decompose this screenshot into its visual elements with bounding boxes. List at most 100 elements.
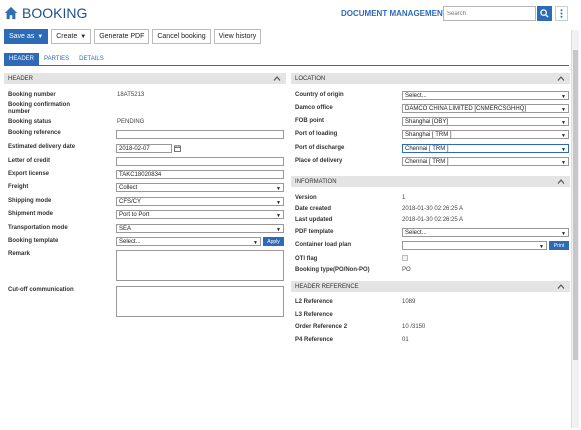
chevron-down-icon: ▼ [276, 213, 281, 219]
port-of-loading-select[interactable]: Shanghai [ TRM ] ▼ [402, 130, 569, 139]
chevron-down-icon: ▼ [253, 240, 258, 246]
last-updated-value: 2018-01-30 02:26:25 A [402, 217, 464, 223]
shipping-mode-value: CFS/CY [119, 198, 142, 205]
p4-reference-value: 01 [402, 337, 409, 343]
save-as-button[interactable]: Save as ▼ [4, 29, 49, 44]
document-management-link[interactable]: DOCUMENT MANAGEMENT [341, 9, 448, 18]
place-of-delivery-select[interactable]: Chennai [ TRM ] ▼ [402, 157, 569, 166]
chevron-up-icon[interactable] [273, 75, 281, 82]
transportation-mode-label: Transportation mode [8, 225, 68, 231]
shipment-mode-label: Shipment mode [8, 211, 54, 217]
freight-label: Freight [8, 184, 29, 190]
generate-pdf-button[interactable]: Generate PDF [94, 29, 150, 44]
view-history-button[interactable]: View history [213, 29, 262, 44]
port-of-discharge-value: Chennai [ TRM ] [405, 145, 449, 152]
port-of-loading-value: Shanghai [ TRM ] [405, 131, 452, 138]
export-license-field[interactable]: TAKC18020834 [116, 170, 284, 179]
version-label: Version [295, 195, 317, 201]
chevron-up-icon[interactable] [557, 283, 565, 290]
tab-details[interactable]: DETAILS [74, 53, 109, 65]
tab-parties[interactable]: PARTIES [39, 53, 74, 65]
booking-template-value: Select... [119, 238, 141, 245]
letter-of-credit-label: Letter of credit [8, 158, 51, 164]
order-reference-2-label: Order Reference 2 [295, 324, 348, 330]
damco-office-value: DAMCO CHINA LIMITED [CNMERCSGHHQ] [405, 105, 527, 112]
chevron-down-icon: ▼ [561, 94, 566, 100]
chevron-up-icon[interactable] [557, 178, 565, 185]
place-of-delivery-label: Place of delivery [295, 158, 343, 164]
apply-button[interactable]: Apply [263, 237, 284, 246]
top-bar: BOOKING DOCUMENT MANAGEMENT [0, 0, 581, 26]
chevron-down-icon: ▼ [561, 120, 566, 126]
scrollbar-thumb[interactable] [573, 50, 578, 360]
chevron-down-icon: ▼ [561, 147, 566, 153]
oti-flag-label: OTI flag [295, 256, 318, 262]
pdf-template-label: PDF template [295, 229, 334, 235]
cancel-booking-button[interactable]: Cancel booking [152, 29, 211, 44]
create-button[interactable]: Create ▼ [51, 29, 92, 44]
search-input[interactable] [443, 6, 536, 21]
chevron-down-icon: ▼ [37, 33, 44, 40]
more-options-button[interactable] [555, 6, 568, 21]
container-load-plan-select[interactable]: ▼ [402, 241, 547, 250]
tab-bar: HEADER PARTIES DETAILS [4, 53, 109, 65]
section-title: HEADER [8, 75, 34, 82]
header-section-title[interactable]: HEADER [4, 73, 286, 84]
information-section-title[interactable]: INFORMATION [291, 176, 570, 187]
booking-reference-label: Booking reference [8, 130, 61, 136]
header-reference-section-title[interactable]: HEADER REFERENCE [291, 281, 570, 292]
port-of-loading-label: Port of loading [295, 131, 338, 137]
transportation-mode-value: SEA [119, 225, 132, 232]
chevron-down-icon: ▼ [561, 107, 566, 113]
estimated-delivery-label: Estimated delivery date [8, 144, 76, 150]
country-of-origin-select[interactable]: Select... ▼ [402, 91, 569, 100]
page-title: BOOKING [22, 5, 88, 21]
pdf-template-select[interactable]: Select... ▼ [402, 228, 569, 237]
tab-header[interactable]: HEADER [4, 53, 40, 65]
pdf-template-value: Select... [405, 229, 427, 236]
tab-underline [4, 65, 569, 66]
freight-select[interactable]: Collect ▼ [116, 183, 284, 192]
print-button[interactable]: Print [549, 241, 569, 250]
cutoff-textarea[interactable] [116, 286, 284, 317]
home-icon[interactable] [4, 6, 18, 20]
order-reference-2-value: 10 /3150 [402, 324, 426, 330]
date-created-label: Date created [295, 206, 332, 212]
booking-type-value: PO [402, 267, 411, 273]
booking-template-select[interactable]: Select... ▼ [116, 237, 261, 246]
fob-point-select[interactable]: Shanghai [OBY] ▼ [402, 117, 569, 126]
chevron-down-icon: ▼ [539, 244, 544, 250]
freight-value: Collect [119, 184, 138, 191]
chevron-down-icon: ▼ [276, 186, 281, 192]
port-of-discharge-label: Port of discharge [295, 145, 345, 151]
chevron-down-icon: ▼ [276, 200, 281, 206]
search-button[interactable] [537, 6, 552, 21]
vertical-scrollbar[interactable] [571, 30, 579, 428]
damco-office-select[interactable]: DAMCO CHINA LIMITED [CNMERCSGHHQ] ▼ [402, 104, 569, 113]
calendar-icon[interactable] [174, 145, 181, 152]
location-section-title[interactable]: LOCATION [291, 73, 570, 84]
chevron-up-icon[interactable] [557, 75, 565, 82]
l2-reference-label: L2 Reference [295, 299, 333, 305]
fob-point-value: Shanghai [OBY] [405, 118, 449, 125]
port-of-discharge-select[interactable]: Chennai [ TRM ] ▼ [402, 144, 569, 153]
booking-status-value: PENDING [117, 119, 145, 125]
booking-template-label: Booking template [8, 238, 59, 244]
remark-textarea[interactable] [116, 250, 284, 281]
oti-flag-checkbox[interactable] [402, 255, 408, 261]
kebab-icon [560, 9, 563, 18]
country-of-origin-label: Country of origin [295, 92, 344, 98]
section-title: INFORMATION [295, 178, 337, 185]
booking-number-value: 18AT5213 [117, 92, 145, 98]
p4-reference-label: P4 Reference [295, 337, 334, 343]
transportation-mode-select[interactable]: SEA ▼ [116, 224, 284, 233]
section-title: LOCATION [295, 75, 326, 82]
booking-reference-field[interactable] [116, 130, 284, 139]
container-load-plan-label: Container load plan [295, 242, 352, 248]
shipment-mode-select[interactable]: Port to Port ▼ [116, 210, 284, 219]
letter-of-credit-field[interactable] [116, 157, 284, 166]
shipping-mode-select[interactable]: CFS/CY ▼ [116, 197, 284, 206]
last-updated-label: Last updated [295, 217, 333, 223]
create-label: Create [56, 33, 78, 40]
estimated-delivery-field[interactable]: 2018-02-07 [116, 144, 172, 153]
